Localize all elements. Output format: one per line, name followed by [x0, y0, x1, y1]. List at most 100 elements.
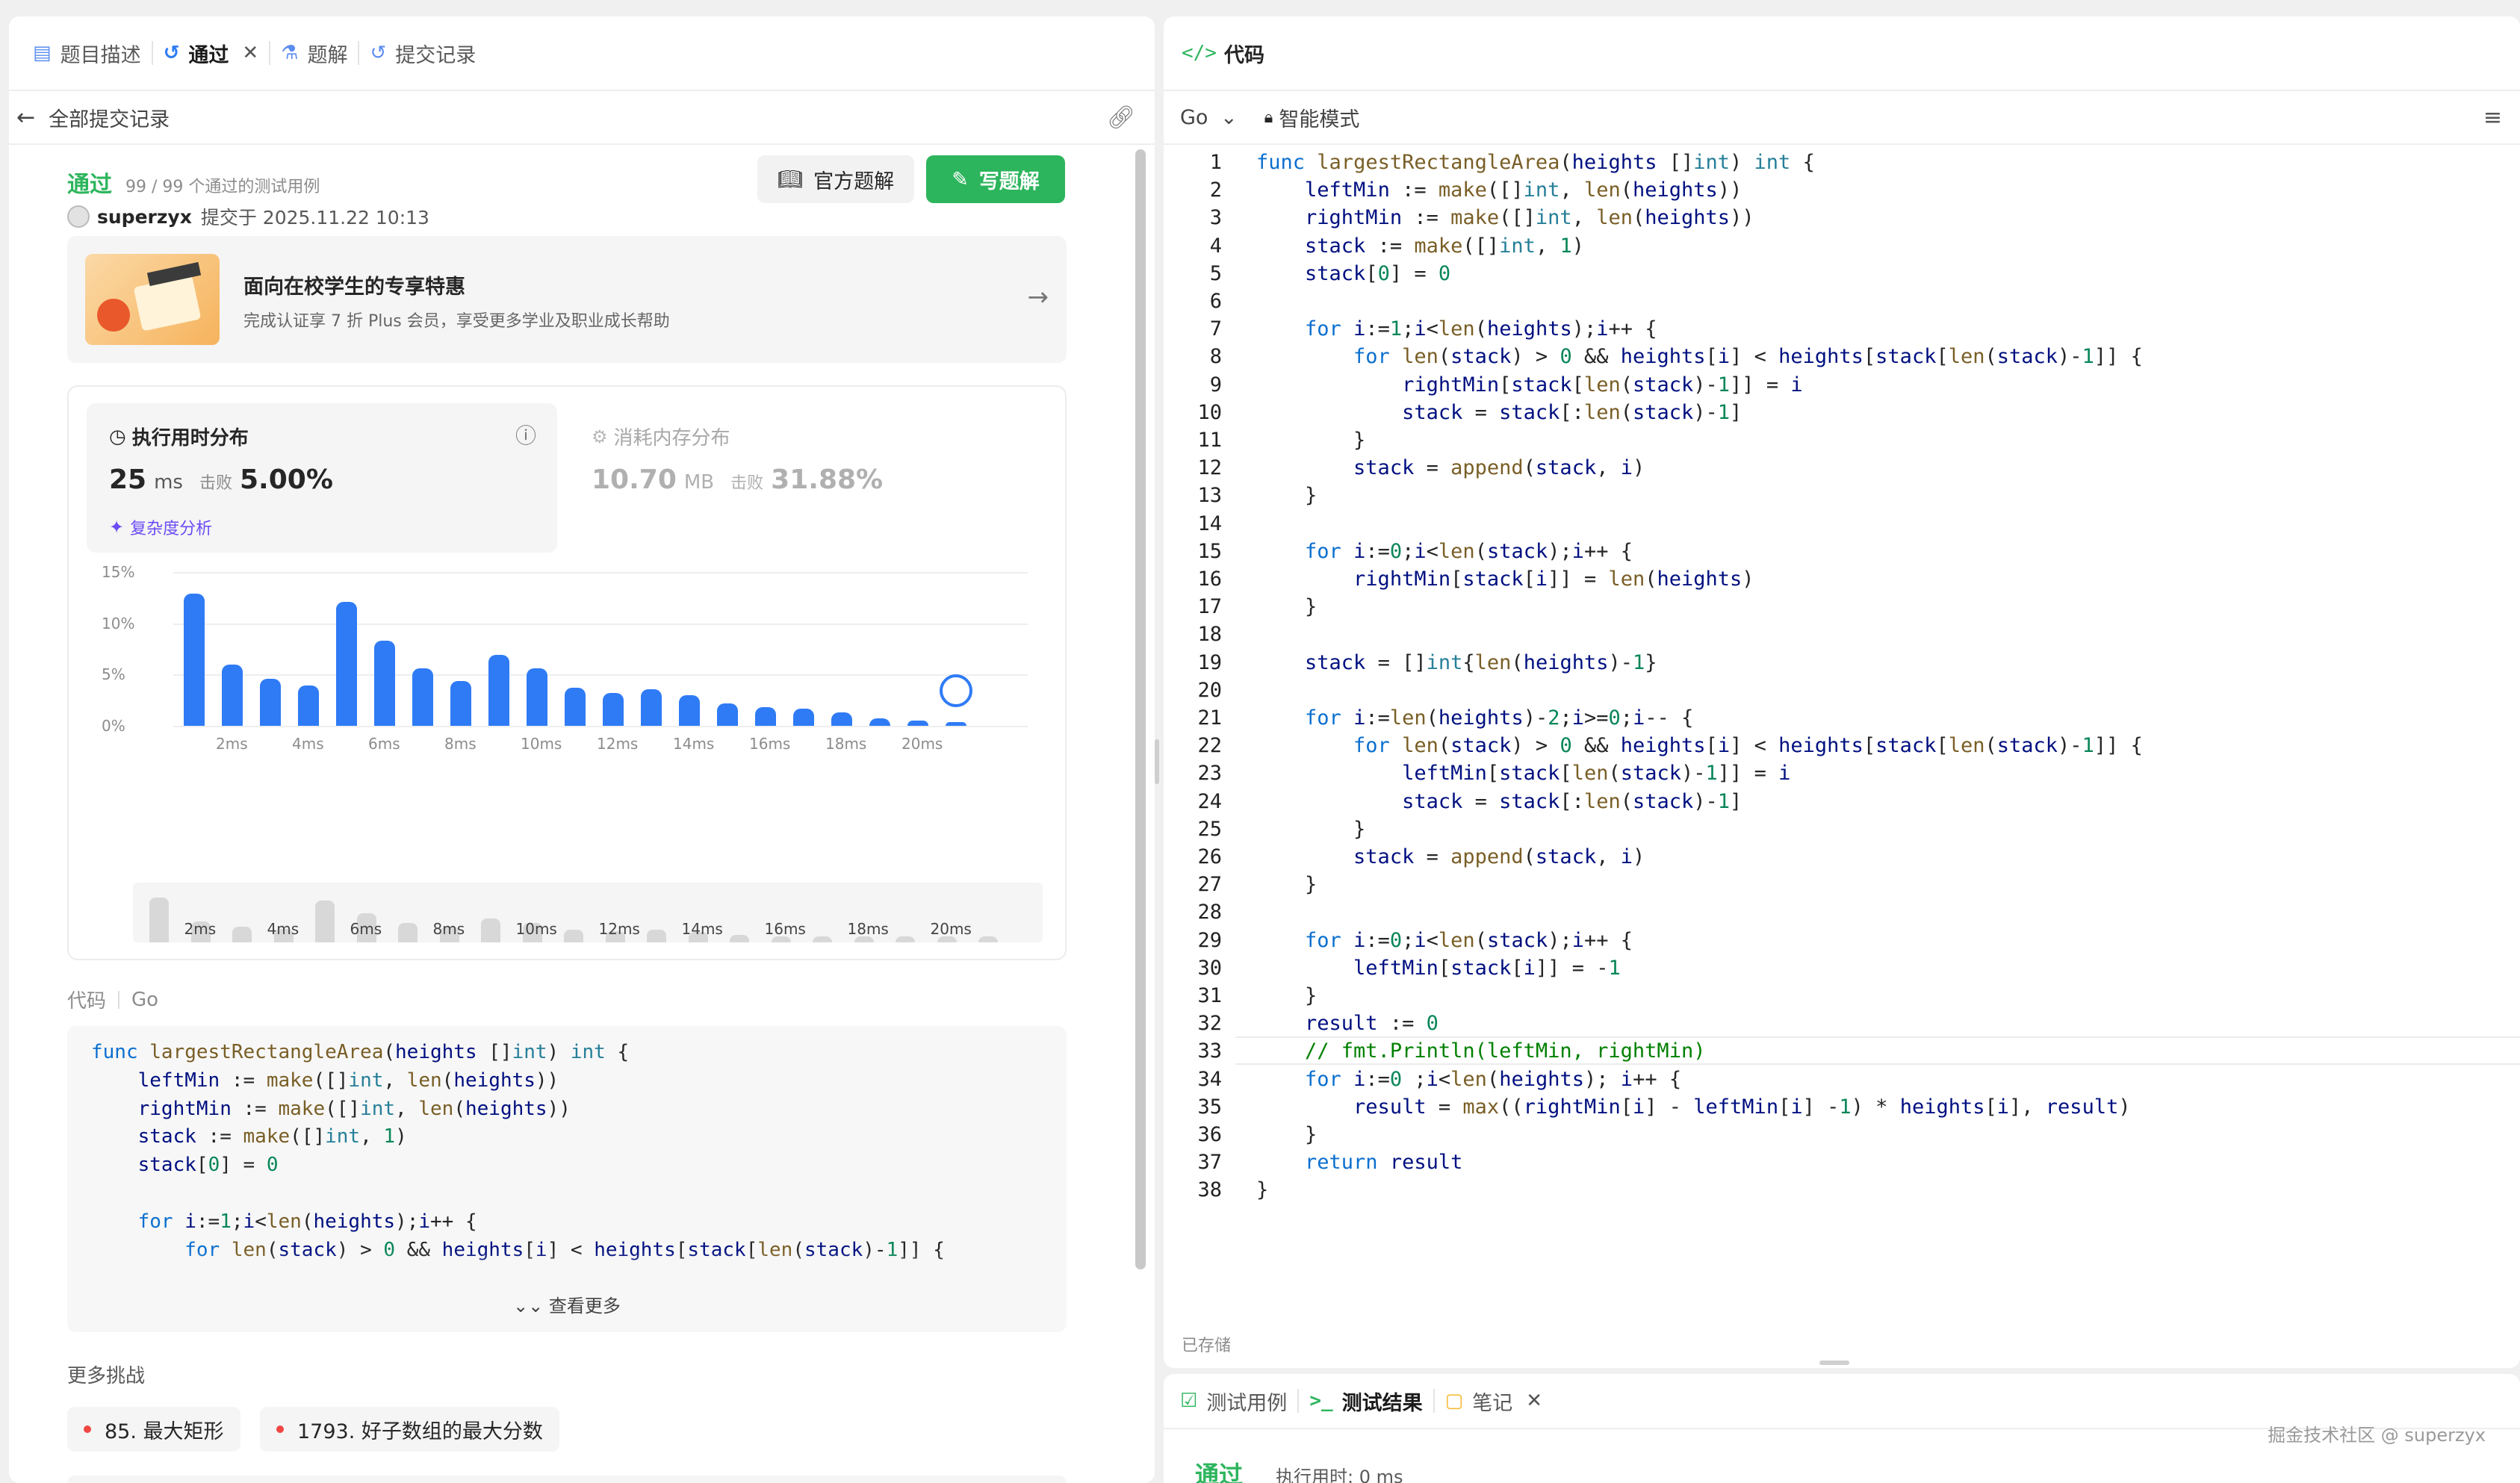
range-bar [647, 930, 666, 942]
line-number: 4 [1209, 234, 1222, 258]
editor-tab-title[interactable]: 代码 [1224, 39, 1264, 68]
challenge-chip-85[interactable]: 85. 最大矩形 [67, 1407, 240, 1452]
arrow-right-icon: → [1027, 282, 1049, 312]
result-status: 通过 [1195, 1461, 1244, 1483]
code-preview: func largestRectangleArea(heights []int)… [67, 1026, 1067, 1332]
tab-solution[interactable]: ⚗ 题解 [270, 31, 358, 75]
tab-passed[interactable]: ↺ 通过 ✕ [153, 31, 270, 75]
runtime-bar[interactable] [641, 688, 662, 726]
tab-test-cases[interactable]: ☑ 测试用例 [1180, 1378, 1297, 1423]
line-number: 35 [1197, 1095, 1222, 1119]
language-select[interactable]: Go ⌄ [1180, 106, 1238, 129]
runtime-bar[interactable] [222, 664, 243, 726]
divider [118, 990, 120, 1009]
write-solution-button[interactable]: ✎ 写题解 [926, 155, 1065, 203]
code-line: rightMin := make([]int, len(heights)) [1305, 206, 1754, 230]
tab-notes[interactable]: ▢ 笔记 ✕ [1435, 1378, 1553, 1423]
preview-code-line: func largestRectangleArea(heights []int)… [91, 1041, 630, 1063]
close-icon[interactable]: ✕ [242, 42, 258, 64]
runtime-bar[interactable] [907, 721, 928, 726]
arrow-left-icon[interactable]: ← [16, 105, 35, 131]
runtime-bar[interactable] [184, 593, 205, 726]
line-number: 32 [1197, 1012, 1222, 1036]
challenge-chip-1793[interactable]: 1793. 好子数组的最大分数 [260, 1407, 559, 1452]
memory-value: 10.70 [592, 464, 677, 495]
code-lang: Go [131, 988, 159, 1011]
runtime-bar[interactable] [298, 685, 319, 726]
runtime-bar[interactable] [717, 703, 738, 726]
avatar[interactable] [67, 205, 90, 228]
tab-description[interactable]: ▤ 题目描述 [22, 31, 152, 75]
runtime-bar[interactable] [488, 655, 509, 726]
code-line: } [1256, 984, 1318, 1007]
official-solution-button[interactable]: 📖︎ 官方题解 [757, 155, 914, 203]
runtime-value: 25 [109, 464, 147, 495]
info-icon[interactable]: ⓘ [515, 420, 536, 450]
tab-records[interactable]: ↺ 提交记录 [359, 31, 486, 75]
resize-handle[interactable] [1819, 1361, 1849, 1365]
runtime-bar[interactable] [260, 678, 281, 726]
code-line: for i:=len(heights)-2;i>=0;i-- { [1305, 706, 1694, 730]
checkbox-icon: ☑ [1180, 1390, 1198, 1412]
range-tick-label: 12ms [598, 920, 640, 938]
runtime-bar[interactable] [831, 712, 852, 726]
preview-code-line: stack := make([]int, 1) [137, 1125, 407, 1148]
menu-icon[interactable]: ≡ [2483, 105, 2502, 131]
line-number: 28 [1197, 901, 1222, 924]
username[interactable]: superzyx [97, 206, 192, 228]
runtime-bar[interactable] [603, 693, 624, 726]
code-line: rightMin[stack[len(stack)-1]] = i [1402, 373, 1803, 397]
memory-stat-card[interactable]: ⚙ 消耗内存分布 10.70 MB 击败 31.88% [577, 403, 1040, 553]
status-passed: 通过 [67, 172, 112, 198]
code-line: stack = stack[:len(stack)-1] [1402, 789, 1742, 813]
code-editor[interactable]: 1 func largestRectangleArea(heights []int… [1164, 145, 2520, 1310]
runtime-bar[interactable] [527, 668, 547, 726]
runtime-bar[interactable] [869, 718, 890, 726]
left-scrollbar[interactable] [1135, 149, 1146, 1269]
beats-label: 击败 [199, 474, 232, 493]
memory-unit: MB [683, 471, 715, 494]
runtime-bar[interactable] [793, 708, 814, 726]
edit-icon: ✎ [952, 167, 969, 191]
book-icon: 📖︎ [777, 168, 804, 191]
runtime-bar[interactable] [336, 601, 357, 726]
promo-banner[interactable]: 面向在校学生的专享特惠 完成认证享 7 折 Plus 会员，享受更多学业及职业成… [67, 236, 1067, 363]
editor-tab-bar: </> 代码 [1164, 16, 2520, 91]
runtime-bar[interactable] [946, 721, 966, 726]
saved-status: 已存储 [1182, 1337, 1232, 1355]
note-icon: ▢ [1444, 1390, 1464, 1412]
smart-mode[interactable]: 智能模式 [1279, 103, 1359, 132]
runtime-bar[interactable] [565, 688, 586, 726]
runtime-chart-range-slider[interactable]: 2ms 4ms 6ms 8ms 10ms 12ms 14ms 16ms 18ms 20ms [133, 883, 1043, 942]
chart-gridline [173, 572, 1028, 573]
range-bar [481, 918, 500, 942]
line-number: 20 [1197, 678, 1222, 702]
test-cases-count: 99 / 99 个通过的测试用例 [125, 178, 320, 196]
tab-test-result[interactable]: >_ 测试结果 [1299, 1378, 1433, 1423]
code-line: result = max((rightMin[i] - leftMin[i] -… [1353, 1095, 2131, 1119]
runtime-bar[interactable] [679, 694, 700, 726]
hint-input-partial[interactable] [67, 1476, 1067, 1483]
runtime-chart: 15% 10% 5% 0% 2ms 4ms 6ms 8ms 10ms 12ms 14ms 16ms 18… [69, 559, 1068, 827]
view-more-button[interactable]: ⌄⌄ 查看更多 [67, 1291, 1067, 1317]
chart-gridline [173, 623, 1028, 625]
close-icon[interactable]: ✕ [1526, 1390, 1542, 1412]
runtime-bar[interactable] [755, 707, 776, 726]
back-bar: ← 全部提交记录 🔗︎ [9, 91, 1155, 145]
range-bar [896, 936, 915, 942]
runtime-bar[interactable] [374, 641, 395, 726]
x-tick-label: 10ms [521, 735, 562, 753]
link-icon[interactable]: 🔗︎ [1107, 105, 1135, 131]
memory-beats: 31.88% [771, 464, 884, 495]
range-tick-label: 16ms [764, 920, 806, 938]
complexity-link[interactable]: ✦ 复杂度分析 [109, 515, 212, 539]
runtime-bar[interactable] [450, 680, 471, 726]
runtime-stat-card[interactable]: ◷ 执行用时分布 ⓘ 25 ms 击败 5.00% ✦ 复杂度分析 [87, 403, 557, 553]
range-bar [730, 934, 749, 942]
line-number: 38 [1197, 1178, 1222, 1202]
panel-splitter[interactable] [1155, 739, 1159, 784]
chevron-down-icon: ⌄ [1220, 105, 1238, 129]
back-link[interactable]: 全部提交记录 [49, 103, 170, 132]
runtime-bar[interactable] [412, 668, 433, 726]
code-label: 代码 [67, 990, 107, 1013]
